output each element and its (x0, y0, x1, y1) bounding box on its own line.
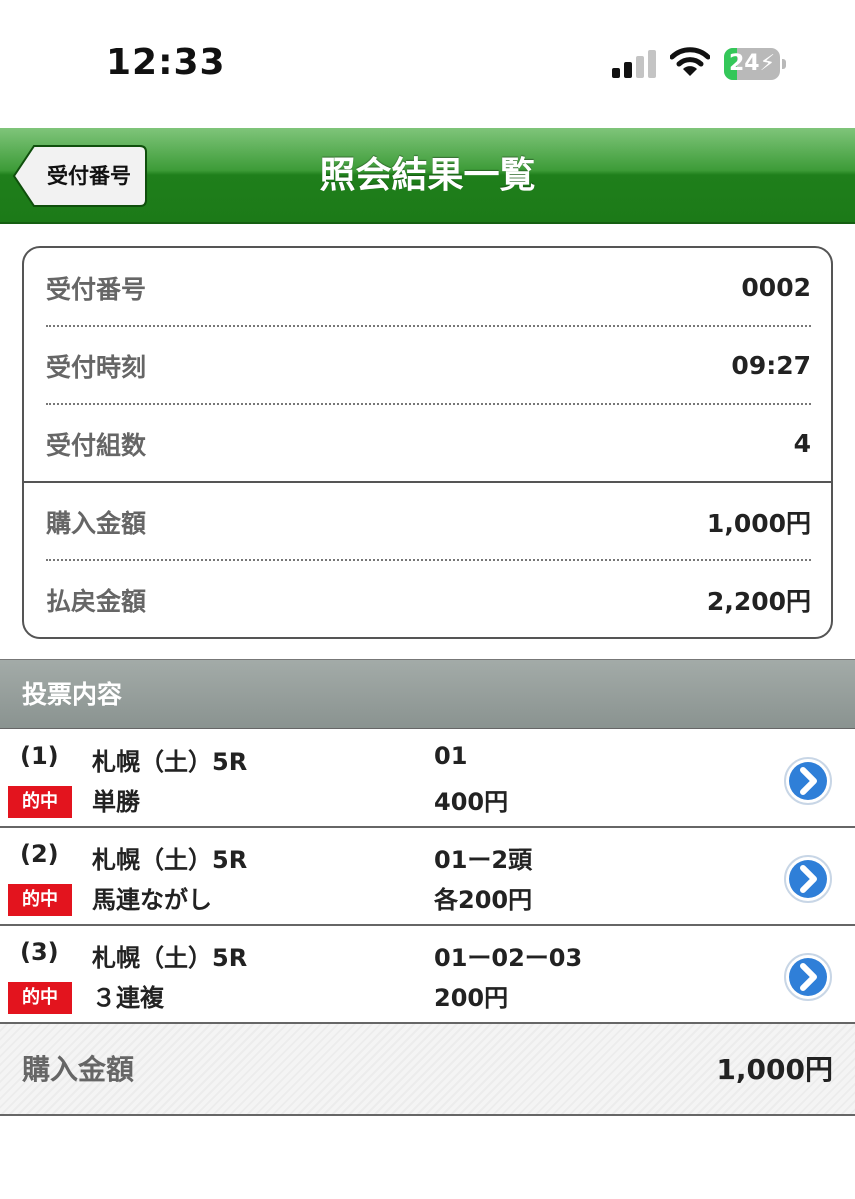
wifi-icon (670, 47, 710, 76)
vote-number: (2) (20, 840, 59, 868)
summary-row-set-count: 受付組数 4 (46, 429, 811, 460)
hit-badge: 的中 (8, 982, 72, 1014)
bet-type: ３連複 (92, 984, 164, 1012)
vote-row[interactable]: (2) 札幌（土）5R 的中 馬連ながし 01ー2頭 各200円 (0, 828, 855, 926)
bet-amount: 各200円 (434, 886, 533, 914)
status-bar: 12:33 24⚡ (0, 0, 855, 128)
bet-amount: 200円 (434, 984, 509, 1012)
vote-race: 札幌（土）5R (92, 846, 248, 874)
chevron-right-circle-icon[interactable] (783, 952, 833, 1002)
summary-row-receipt-number: 受付番号 0002 (46, 273, 811, 304)
section-header: 投票内容 (0, 659, 855, 729)
total-value: 1,000円 (716, 1053, 833, 1086)
summary-row-payout-amount: 払戻金額 2,200円 (46, 586, 811, 616)
battery-charging-icon: 24⚡ (724, 48, 786, 80)
page-title: 照会結果一覧 (319, 155, 536, 196)
hit-badge: 的中 (8, 786, 72, 818)
hit-badge: 的中 (8, 884, 72, 916)
status-clock: 12:33 (106, 42, 226, 83)
vote-number: (1) (20, 742, 59, 770)
navigation-bar: 受付番号 照会結果一覧 (0, 128, 855, 224)
bet-combination: 01 (434, 742, 468, 770)
summary-row-receipt-time: 受付時刻 09:27 (46, 351, 811, 382)
chevron-right-circle-icon[interactable] (783, 854, 833, 904)
summary-row-purchase-amount: 購入金額 1,000円 (46, 508, 811, 538)
total-label: 購入金額 (22, 1053, 135, 1086)
vote-row[interactable]: (3) 札幌（土）5R 的中 ３連複 01ー02ー03 200円 (0, 926, 855, 1024)
bet-type: 馬連ながし (92, 886, 212, 914)
vote-race: 札幌（土）5R (92, 944, 248, 972)
vote-number: (3) (20, 938, 59, 966)
bet-combination: 01ー02ー03 (434, 944, 583, 972)
vote-row[interactable]: (1) 札幌（土）5R 的中 単勝 01 400円 (0, 730, 855, 828)
cellular-signal-icon (612, 50, 656, 78)
bet-combination: 01ー2頭 (434, 846, 533, 874)
total-bar: 購入金額 1,000円 (0, 1024, 855, 1116)
summary-card: 受付番号 0002 受付時刻 09:27 受付組数 4 購入金額 1,000円 … (22, 246, 833, 639)
chevron-right-circle-icon[interactable] (783, 756, 833, 806)
bet-amount: 400円 (434, 788, 509, 816)
section-title: 投票内容 (22, 680, 123, 709)
bet-type: 単勝 (92, 788, 140, 816)
vote-race: 札幌（土）5R (92, 748, 248, 776)
battery-level: 24⚡ (728, 51, 776, 76)
